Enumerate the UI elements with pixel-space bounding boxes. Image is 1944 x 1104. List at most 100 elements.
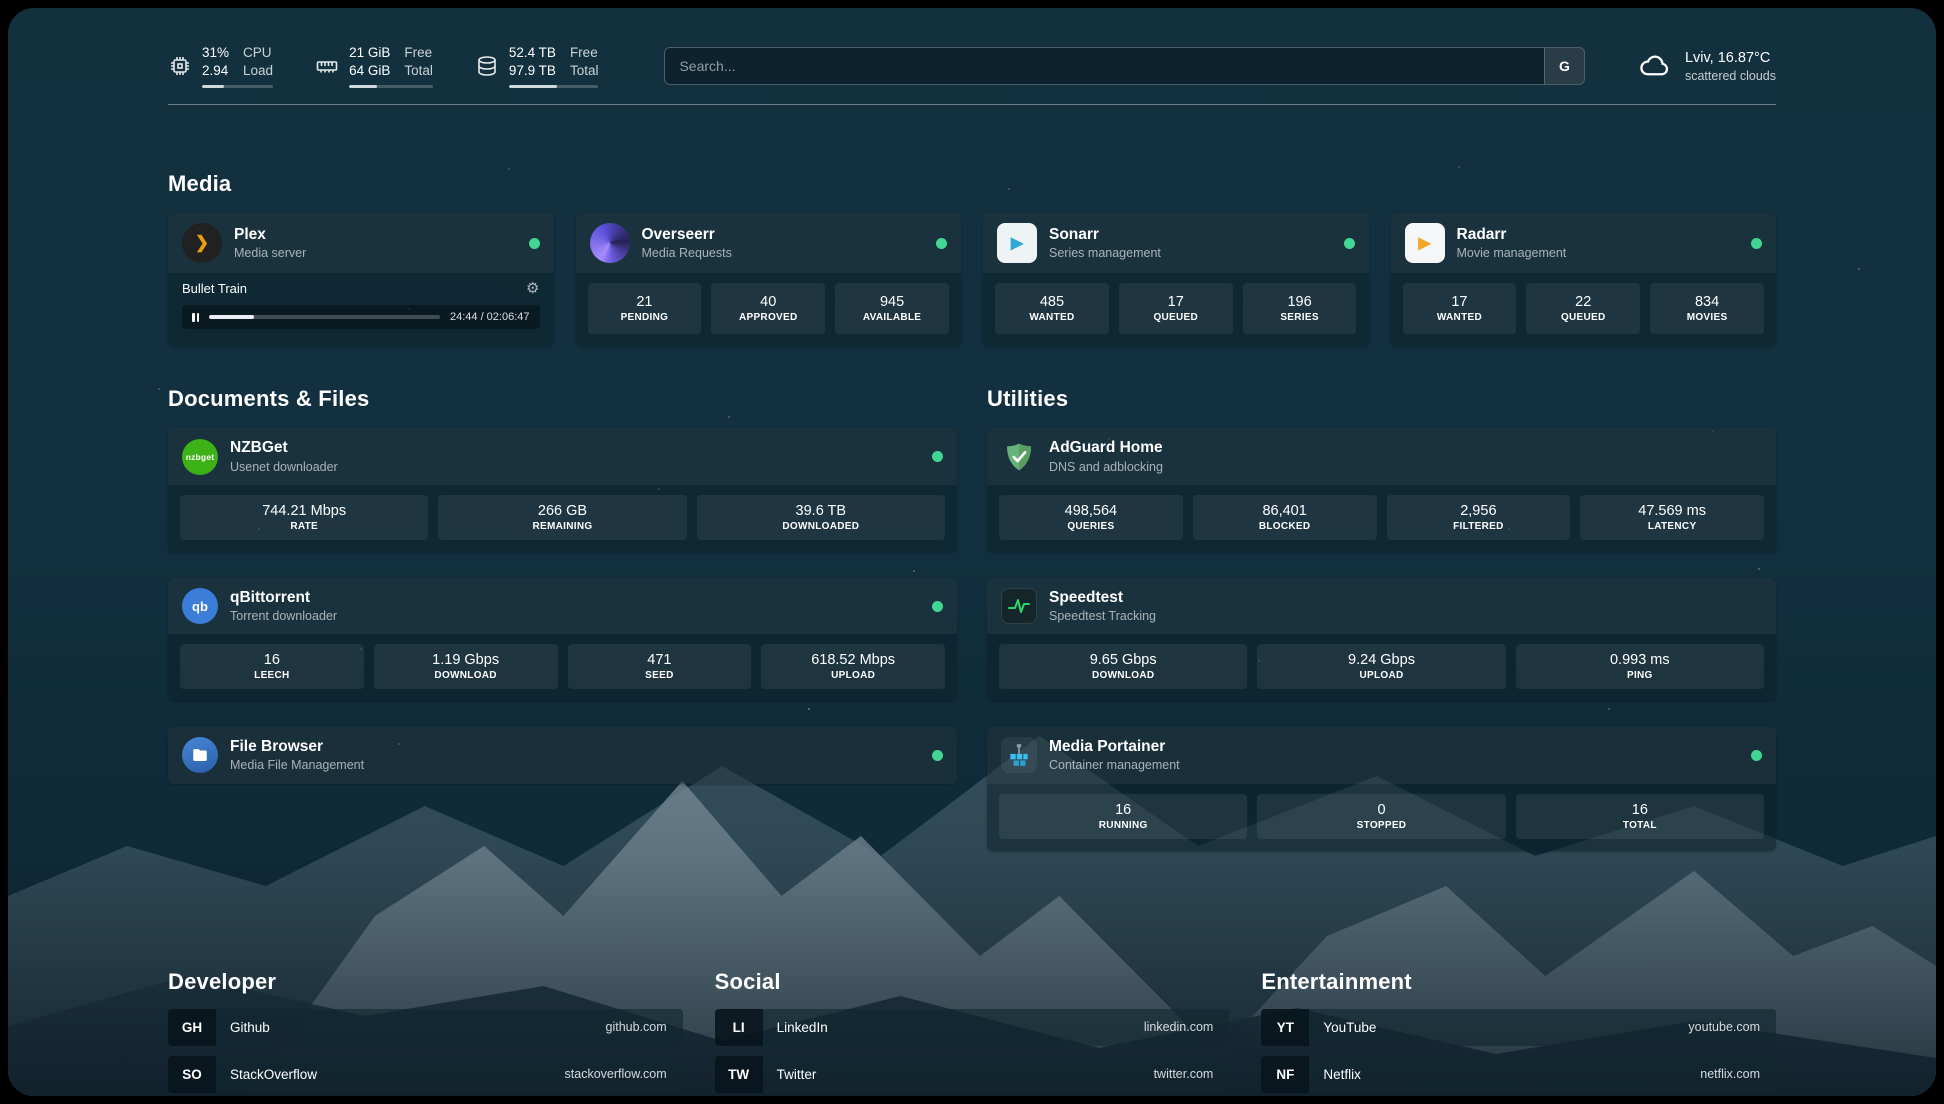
service-name: Speedtest xyxy=(1049,588,1156,608)
bookmark-label: StackOverflow xyxy=(216,1067,317,1082)
service-name: NZBGet xyxy=(230,438,338,458)
status-dot xyxy=(529,238,540,249)
service-link-qbittorrent[interactable]: qb qBittorrent Torrent downloader xyxy=(168,578,957,634)
service-card-filebrowser: File Browser Media File Management xyxy=(168,727,957,783)
service-name: Plex xyxy=(234,225,306,245)
bookmark-stackoverflow[interactable]: SO StackOverflow stackoverflow.com xyxy=(168,1056,683,1093)
stat-pending: 21PENDING xyxy=(588,283,702,334)
cloud-icon xyxy=(1637,48,1673,84)
metric-cpu: 31% 2.94 CPU Load xyxy=(168,44,273,88)
stat-queries: 498,564QUERIES xyxy=(999,495,1183,540)
bookmark-label: YouTube xyxy=(1309,1020,1376,1035)
memory-icon xyxy=(315,54,339,78)
top-bar: 31% 2.94 CPU Load xyxy=(168,8,1776,88)
stat-series: 196SERIES xyxy=(1243,283,1357,334)
bookmark-url: twitter.com xyxy=(1154,1067,1230,1081)
sonarr-icon: ▶ xyxy=(997,223,1037,263)
system-metrics: 31% 2.94 CPU Load xyxy=(168,44,598,88)
service-link-sonarr[interactable]: ▶ Sonarr Series management xyxy=(983,213,1369,273)
search-provider-button[interactable]: G xyxy=(1544,48,1584,84)
service-link-adguard[interactable]: AdGuard Home DNS and adblocking xyxy=(987,428,1776,484)
status-dot xyxy=(932,451,943,462)
status-dot xyxy=(1751,750,1762,761)
memory-progress-bar xyxy=(349,85,433,88)
disk-icon xyxy=(475,54,499,78)
bookmark-label: Netflix xyxy=(1309,1067,1361,1082)
cpu-load-value: 2.94 xyxy=(202,62,229,80)
playback-time: 24:44 / 02:06:47 xyxy=(450,311,530,323)
stat-download: 9.65 GbpsDOWNLOAD xyxy=(999,644,1247,689)
stat-upload: 9.24 GbpsUPLOAD xyxy=(1257,644,1505,689)
section-documents: Documents & Files nzbget NZBGet Usenet d… xyxy=(168,386,957,876)
service-link-nzbget[interactable]: nzbget NZBGet Usenet downloader xyxy=(168,428,957,484)
pause-icon[interactable] xyxy=(192,313,199,322)
header-divider xyxy=(168,104,1776,105)
bookmark-twitter[interactable]: TW Twitter twitter.com xyxy=(715,1056,1230,1093)
now-playing-title: Bullet Train xyxy=(182,281,247,296)
bookmark-github[interactable]: GH Github github.com xyxy=(168,1009,683,1046)
disk-free-value: 52.4 TB xyxy=(509,44,556,62)
bookmark-linkedin[interactable]: LI LinkedIn linkedin.com xyxy=(715,1009,1230,1046)
bookmark-abbr: GH xyxy=(168,1009,216,1046)
stat-seed: 471SEED xyxy=(568,644,752,689)
bookmark-youtube[interactable]: YT YouTube youtube.com xyxy=(1261,1009,1776,1046)
memory-total-value: 64 GiB xyxy=(349,62,390,80)
service-name: Overseerr xyxy=(642,225,732,245)
playback-bar: 24:44 / 02:06:47 xyxy=(182,305,540,329)
bookmark-url: netflix.com xyxy=(1700,1067,1776,1081)
service-link-overseerr[interactable]: Overseerr Media Requests xyxy=(576,213,962,273)
service-description: Speedtest Tracking xyxy=(1049,608,1156,624)
service-card-nzbget: nzbget NZBGet Usenet downloader 744.21 M… xyxy=(168,428,957,551)
stat-movies: 834MOVIES xyxy=(1650,283,1764,334)
stat-stopped: 0STOPPED xyxy=(1257,794,1505,839)
status-dot xyxy=(932,601,943,612)
radarr-icon: ▶ xyxy=(1405,223,1445,263)
service-card-plex: ❯ Plex Media server Bullet Train ⚙ xyxy=(168,213,554,346)
bookmark-netflix[interactable]: NF Netflix netflix.com xyxy=(1261,1056,1776,1093)
service-link-speedtest[interactable]: Speedtest Speedtest Tracking xyxy=(987,578,1776,634)
stat-queued: 17QUEUED xyxy=(1119,283,1233,334)
section-media: Media ❯ Plex Media server Bullet Train xyxy=(168,171,1776,346)
status-dot xyxy=(1751,238,1762,249)
plex-now-playing: Bullet Train ⚙ 24:44 / 02:06:47 xyxy=(168,273,554,341)
bookmark-abbr: TW xyxy=(715,1056,763,1093)
filebrowser-icon xyxy=(182,737,218,773)
cpu-load-label: Load xyxy=(243,62,273,80)
bookmark-url: youtube.com xyxy=(1688,1020,1776,1034)
stat-download: 1.19 GbpsDOWNLOAD xyxy=(374,644,558,689)
status-dot xyxy=(936,238,947,249)
portainer-icon xyxy=(1001,737,1037,773)
social-section-title: Social xyxy=(715,969,1230,995)
search-input[interactable] xyxy=(665,48,1544,84)
service-name: Media Portainer xyxy=(1049,737,1180,757)
bookmark-label: Github xyxy=(216,1020,270,1035)
disk-progress-bar xyxy=(509,85,599,88)
service-description: Media server xyxy=(234,245,306,261)
dashboard-screen: 31% 2.94 CPU Load xyxy=(8,8,1936,1096)
overseerr-icon xyxy=(590,223,630,263)
service-description: Container management xyxy=(1049,757,1180,773)
bookmark-url: linkedin.com xyxy=(1144,1020,1229,1034)
service-link-portainer[interactable]: Media Portainer Container management xyxy=(987,727,1776,783)
service-description: Torrent downloader xyxy=(230,608,337,624)
service-link-plex[interactable]: ❯ Plex Media server xyxy=(168,213,554,273)
service-card-radarr: ▶ Radarr Movie management 17WANTED 22QUE… xyxy=(1391,213,1777,346)
stat-upload: 618.52 MbpsUPLOAD xyxy=(761,644,945,689)
adguard-icon xyxy=(1001,439,1037,475)
media-section-title: Media xyxy=(168,171,1776,197)
disk-total-label: Total xyxy=(570,62,599,80)
service-description: DNS and adblocking xyxy=(1049,459,1163,475)
speedtest-icon xyxy=(1001,588,1037,624)
stat-approved: 40APPROVED xyxy=(711,283,825,334)
service-link-radarr[interactable]: ▶ Radarr Movie management xyxy=(1391,213,1777,273)
service-link-filebrowser[interactable]: File Browser Media File Management xyxy=(168,727,957,783)
playback-progress[interactable] xyxy=(209,315,440,319)
weather-widget: Lviv, 16.87°C scattered clouds xyxy=(1637,48,1776,84)
memory-free-label: Free xyxy=(404,44,433,62)
gear-icon[interactable]: ⚙ xyxy=(526,279,539,297)
service-description: Usenet downloader xyxy=(230,459,338,475)
service-card-sonarr: ▶ Sonarr Series management 485WANTED 17Q… xyxy=(983,213,1369,346)
bookmark-group-developer: Developer GH Github github.com SO StackO… xyxy=(168,969,683,1096)
stat-running: 16RUNNING xyxy=(999,794,1247,839)
cpu-label: CPU xyxy=(243,44,273,62)
